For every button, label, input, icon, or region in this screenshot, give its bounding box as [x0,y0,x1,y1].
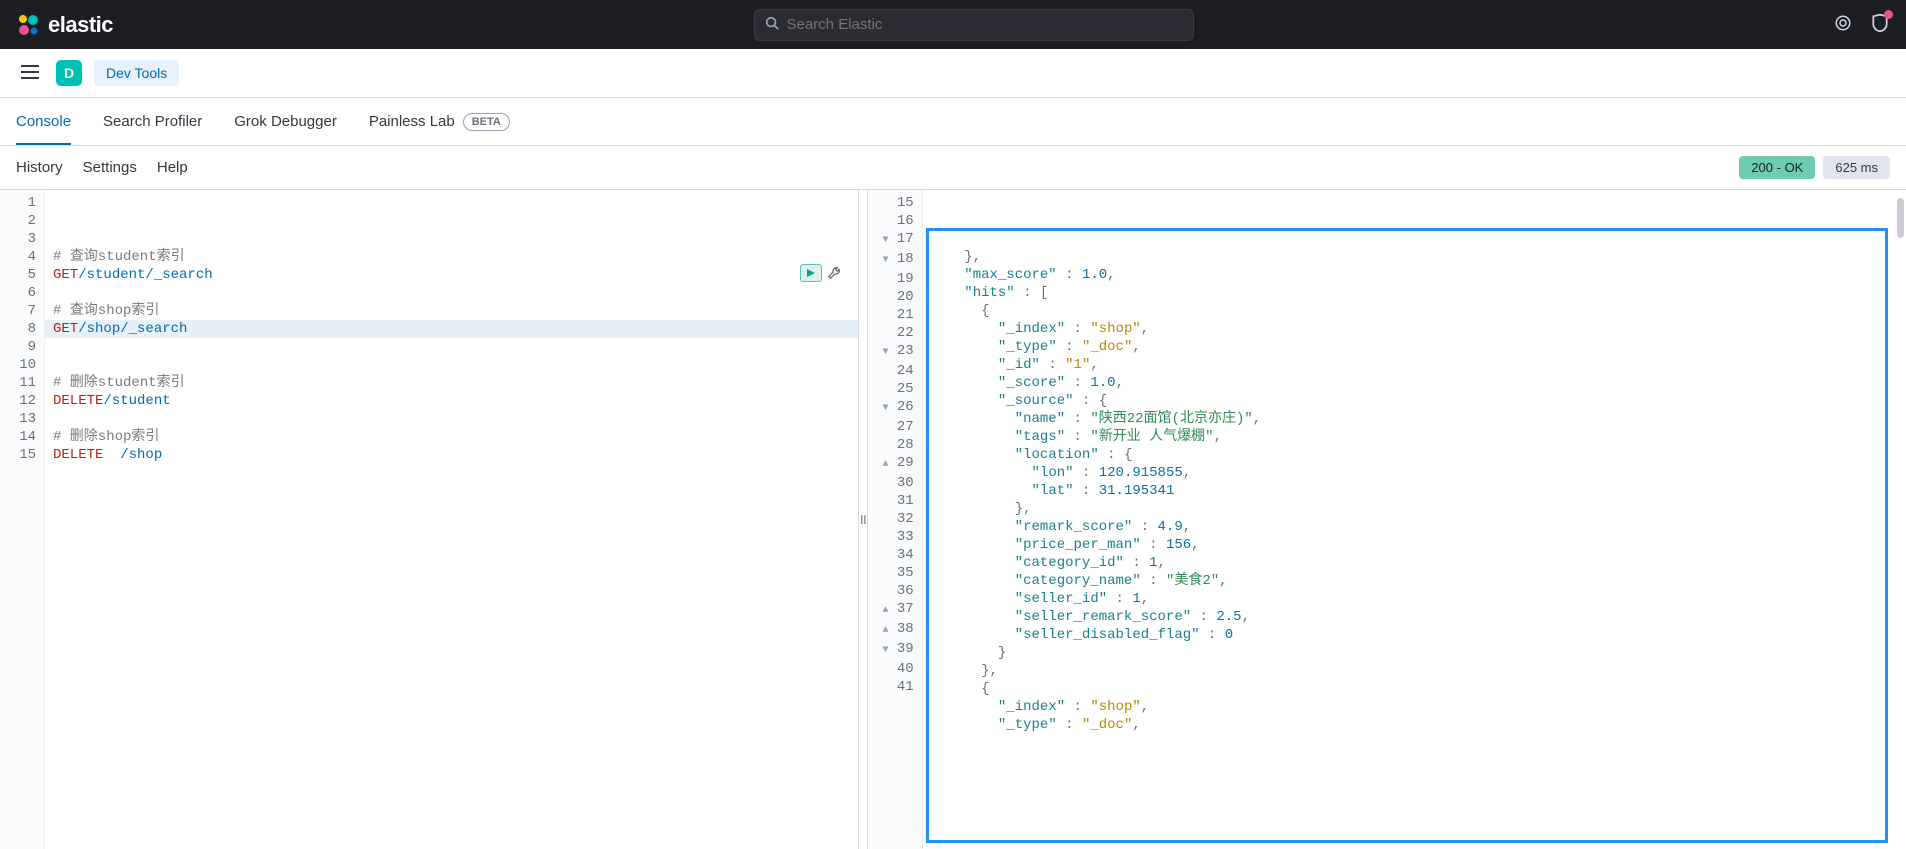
tab-console[interactable]: Console [16,100,71,145]
beta-badge: BETA [463,113,510,131]
brand-name: elastic [48,12,113,38]
newsfeed-icon[interactable] [1834,14,1852,35]
help-icon[interactable] [1870,13,1890,36]
response-line: "_source" : { [931,392,1898,410]
response-line: "location" : { [931,446,1898,464]
timing-badge: 625 ms [1823,156,1890,179]
app-header: D Dev Tools [0,49,1906,98]
request-line[interactable] [53,482,850,500]
tab-grok-debugger[interactable]: Grok Debugger [234,100,337,143]
response-line: "max_score" : 1.0, [931,266,1898,284]
request-panel: 123456789101112131415 # 查询student索引GET /… [0,190,858,849]
resizer-handle-icon: ॥ [859,510,867,529]
response-line: "category_name" : "美食2", [931,572,1898,590]
response-line: "category_id" : 1, [931,554,1898,572]
devtools-tabs: Console Search Profiler Grok Debugger Painl… [0,98,1906,146]
response-line: }, [931,248,1898,266]
response-line: { [931,302,1898,320]
response-line: "_index" : "shop", [931,698,1898,716]
response-line: "_type" : "_doc", [931,338,1898,356]
response-line: }, [931,662,1898,680]
global-search[interactable] [754,9,1194,41]
tab-label: Console [16,113,71,130]
response-line: }, [931,500,1898,518]
console-split: 123456789101112131415 # 查询student索引GET /… [0,190,1906,849]
breadcrumb[interactable]: Dev Tools [94,60,179,86]
help-link[interactable]: Help [157,159,188,176]
space-selector[interactable]: D [56,60,82,86]
request-editor[interactable]: # 查询student索引GET /student/_search # 查询sh… [45,190,858,849]
brand-logo[interactable]: elastic [16,12,113,38]
response-line: "name" : "陕西22面馆(北京亦庄)", [931,410,1898,428]
response-line: } [931,644,1898,662]
global-header: elastic [0,0,1906,49]
request-line[interactable]: # 删除student索引 [53,374,850,392]
response-viewer[interactable]: }, "max_score" : 1.0, "hits" : [ { "_ind… [923,190,1906,849]
response-line: "_id" : "1", [931,356,1898,374]
request-line[interactable] [53,500,850,518]
response-line: "price_per_man" : 156, [931,536,1898,554]
console-toolbar: History Settings Help 200 - OK 625 ms [0,146,1906,190]
request-line[interactable]: # 查询student索引 [53,248,850,266]
request-gutter: 123456789101112131415 [0,190,45,849]
request-options-button[interactable] [824,264,844,282]
request-line[interactable]: GET /shop/_search [45,320,858,338]
search-icon [765,16,779,33]
tab-search-profiler[interactable]: Search Profiler [103,100,202,143]
request-line[interactable]: # 删除shop索引 [53,428,850,446]
response-line: "remark_score" : 4.9, [931,518,1898,536]
response-line: { [931,680,1898,698]
response-line: "seller_id" : 1, [931,590,1898,608]
request-line[interactable]: # 查询shop索引 [53,302,850,320]
elastic-logo-icon [16,13,40,37]
response-line: "hits" : [ [931,284,1898,302]
status-badge: 200 - OK [1739,156,1815,179]
request-line[interactable] [53,464,850,482]
global-search-input[interactable] [787,16,1183,33]
history-link[interactable]: History [16,159,63,176]
response-line: "lat" : 31.195341 [931,482,1898,500]
response-line: "_type" : "_doc", [931,716,1898,734]
send-request-button[interactable] [800,264,822,282]
nav-toggle-button[interactable] [16,60,44,87]
tab-label: Painless Lab [369,113,455,130]
request-line[interactable]: GET /student/_search [53,266,850,284]
response-line: "_index" : "shop", [931,320,1898,338]
scrollbar-thumb[interactable] [1897,198,1904,238]
response-gutter: 15 16▼ 17▼ 18 19 20 21 22▼ 23 24 25▼ 26 … [868,190,923,849]
request-line[interactable] [53,356,850,374]
response-line: "tags" : "新开业 人气爆棚", [931,428,1898,446]
tab-painless-lab[interactable]: Painless Lab BETA [369,100,510,144]
tab-label: Search Profiler [103,113,202,130]
response-line: "seller_remark_score" : 2.5, [931,608,1898,626]
response-line: "seller_disabled_flag" : 0 [931,626,1898,644]
settings-link[interactable]: Settings [83,159,137,176]
request-line[interactable]: DELETE /shop [53,446,850,464]
request-line[interactable] [53,284,850,302]
response-line: "_score" : 1.0, [931,374,1898,392]
request-line[interactable] [53,338,850,356]
response-line: "lon" : 120.915855, [931,464,1898,482]
notification-dot-icon [1884,10,1893,19]
panel-resizer[interactable]: ॥ [858,190,868,849]
tab-label: Grok Debugger [234,113,337,130]
request-line[interactable] [53,410,850,428]
request-line[interactable]: DELETE /student [53,392,850,410]
response-panel: 15 16▼ 17▼ 18 19 20 21 22▼ 23 24 25▼ 26 … [868,190,1906,849]
